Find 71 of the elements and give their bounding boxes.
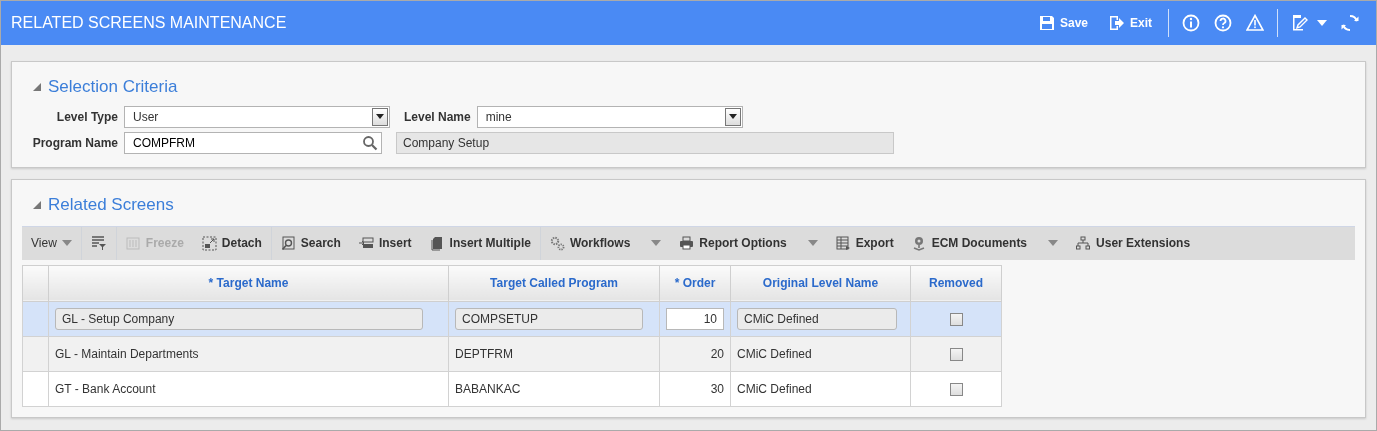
- warning-icon: [1246, 14, 1264, 32]
- checkbox[interactable]: [949, 312, 963, 326]
- field-label: Level Name: [404, 108, 471, 126]
- field-label: Program Name: [31, 134, 118, 152]
- table-cell: 30: [710, 381, 724, 396]
- search-field[interactable]: COMPFRM: [124, 131, 382, 154]
- hierarchy-icon: [1076, 235, 1092, 251]
- column-header[interactable]: Target Called Program: [448, 265, 660, 301]
- toolbar-button[interactable]: Insert: [349, 226, 421, 260]
- table-cell: BABANKAC: [455, 381, 521, 396]
- dropdown-field[interactable]: User: [124, 105, 390, 128]
- toolbar-button[interactable]: Search: [271, 226, 350, 260]
- checkbox[interactable]: [949, 382, 963, 396]
- detach-icon: [201, 235, 217, 251]
- dropdown-arrow-icon: [376, 114, 384, 119]
- readonly-field: CMiC Defined: [737, 307, 897, 330]
- edit-icon: [1291, 14, 1309, 32]
- table-row[interactable]: GT - Bank Account BABANKAC 30 CMiC Defined: [22, 371, 1002, 406]
- description-field: Company Setup: [396, 131, 894, 154]
- table-row[interactable]: GL - Setup Company COMPSETUP 10 CMiC Defined: [22, 301, 1002, 336]
- input-field[interactable]: 10: [666, 307, 724, 330]
- readonly-field: COMPSETUP: [455, 307, 643, 330]
- gears-icon: [549, 235, 565, 251]
- table-row[interactable]: GL - Maintain Departments DEPTFRM 20 CMiC Defined: [22, 336, 1002, 371]
- search-icon: [280, 235, 296, 251]
- readonly-field: GL - Setup Company: [55, 307, 423, 330]
- view-menu[interactable]: View: [22, 226, 81, 260]
- caret-icon: [61, 240, 72, 246]
- table-cell: 20: [710, 346, 724, 361]
- column-header[interactable]: * Order: [659, 265, 731, 301]
- table-cell: GL - Maintain Departments: [55, 346, 199, 361]
- section-title[interactable]: Selection Criteria: [32, 74, 178, 100]
- caret-icon: [1317, 20, 1327, 26]
- caret-icon: [1048, 240, 1059, 246]
- column-header[interactable]: Removed: [910, 265, 1002, 301]
- spreadsheet-icon: [835, 235, 851, 251]
- table-cell: DEPTFRM: [455, 346, 513, 361]
- save-icon: [1038, 15, 1055, 31]
- filter-icon: [90, 235, 107, 251]
- collapse-icon: [32, 81, 42, 92]
- refresh-icon: [1341, 14, 1359, 32]
- toolbar-button[interactable]: ECM Documents: [902, 226, 1068, 260]
- toolbar-button[interactable]: User Extensions: [1067, 226, 1200, 260]
- column-header[interactable]: * Target Name: [48, 265, 449, 301]
- pin-icon: [911, 235, 927, 251]
- toolbar-button[interactable]: Workflows: [540, 226, 671, 260]
- table-cell: CMiC Defined: [737, 381, 812, 396]
- section-title[interactable]: Related Screens: [32, 192, 174, 218]
- window-title: RELATED SCREENS MAINTENANCE: [11, 13, 287, 33]
- table-cell: CMiC Defined: [737, 346, 812, 361]
- freeze-icon: [125, 235, 141, 251]
- dropdown-arrow-icon: [728, 114, 737, 119]
- toolbar-button[interactable]: Detach: [192, 226, 271, 260]
- table-cell: GT - Bank Account: [55, 381, 156, 396]
- collapse-icon: [32, 199, 42, 210]
- toolbar-button[interactable]: Report Options: [670, 226, 827, 260]
- exit-icon: [1108, 15, 1125, 31]
- toolbar-button[interactable]: Insert Multiple: [420, 226, 540, 260]
- info-icon: [1182, 14, 1200, 32]
- help-icon: [1214, 14, 1232, 32]
- insert-row-icon: [358, 235, 374, 251]
- field-label: Level Type: [55, 108, 118, 126]
- column-header[interactable]: Original Level Name: [730, 265, 911, 301]
- checkbox[interactable]: [949, 347, 963, 361]
- search-icon: [362, 134, 378, 151]
- printer-icon: [679, 235, 695, 251]
- caret-icon: [807, 240, 818, 246]
- toolbar-button[interactable]: Export: [826, 226, 903, 260]
- caret-icon: [651, 240, 662, 246]
- dropdown-field[interactable]: mine: [476, 105, 743, 128]
- documents-icon: [429, 235, 445, 251]
